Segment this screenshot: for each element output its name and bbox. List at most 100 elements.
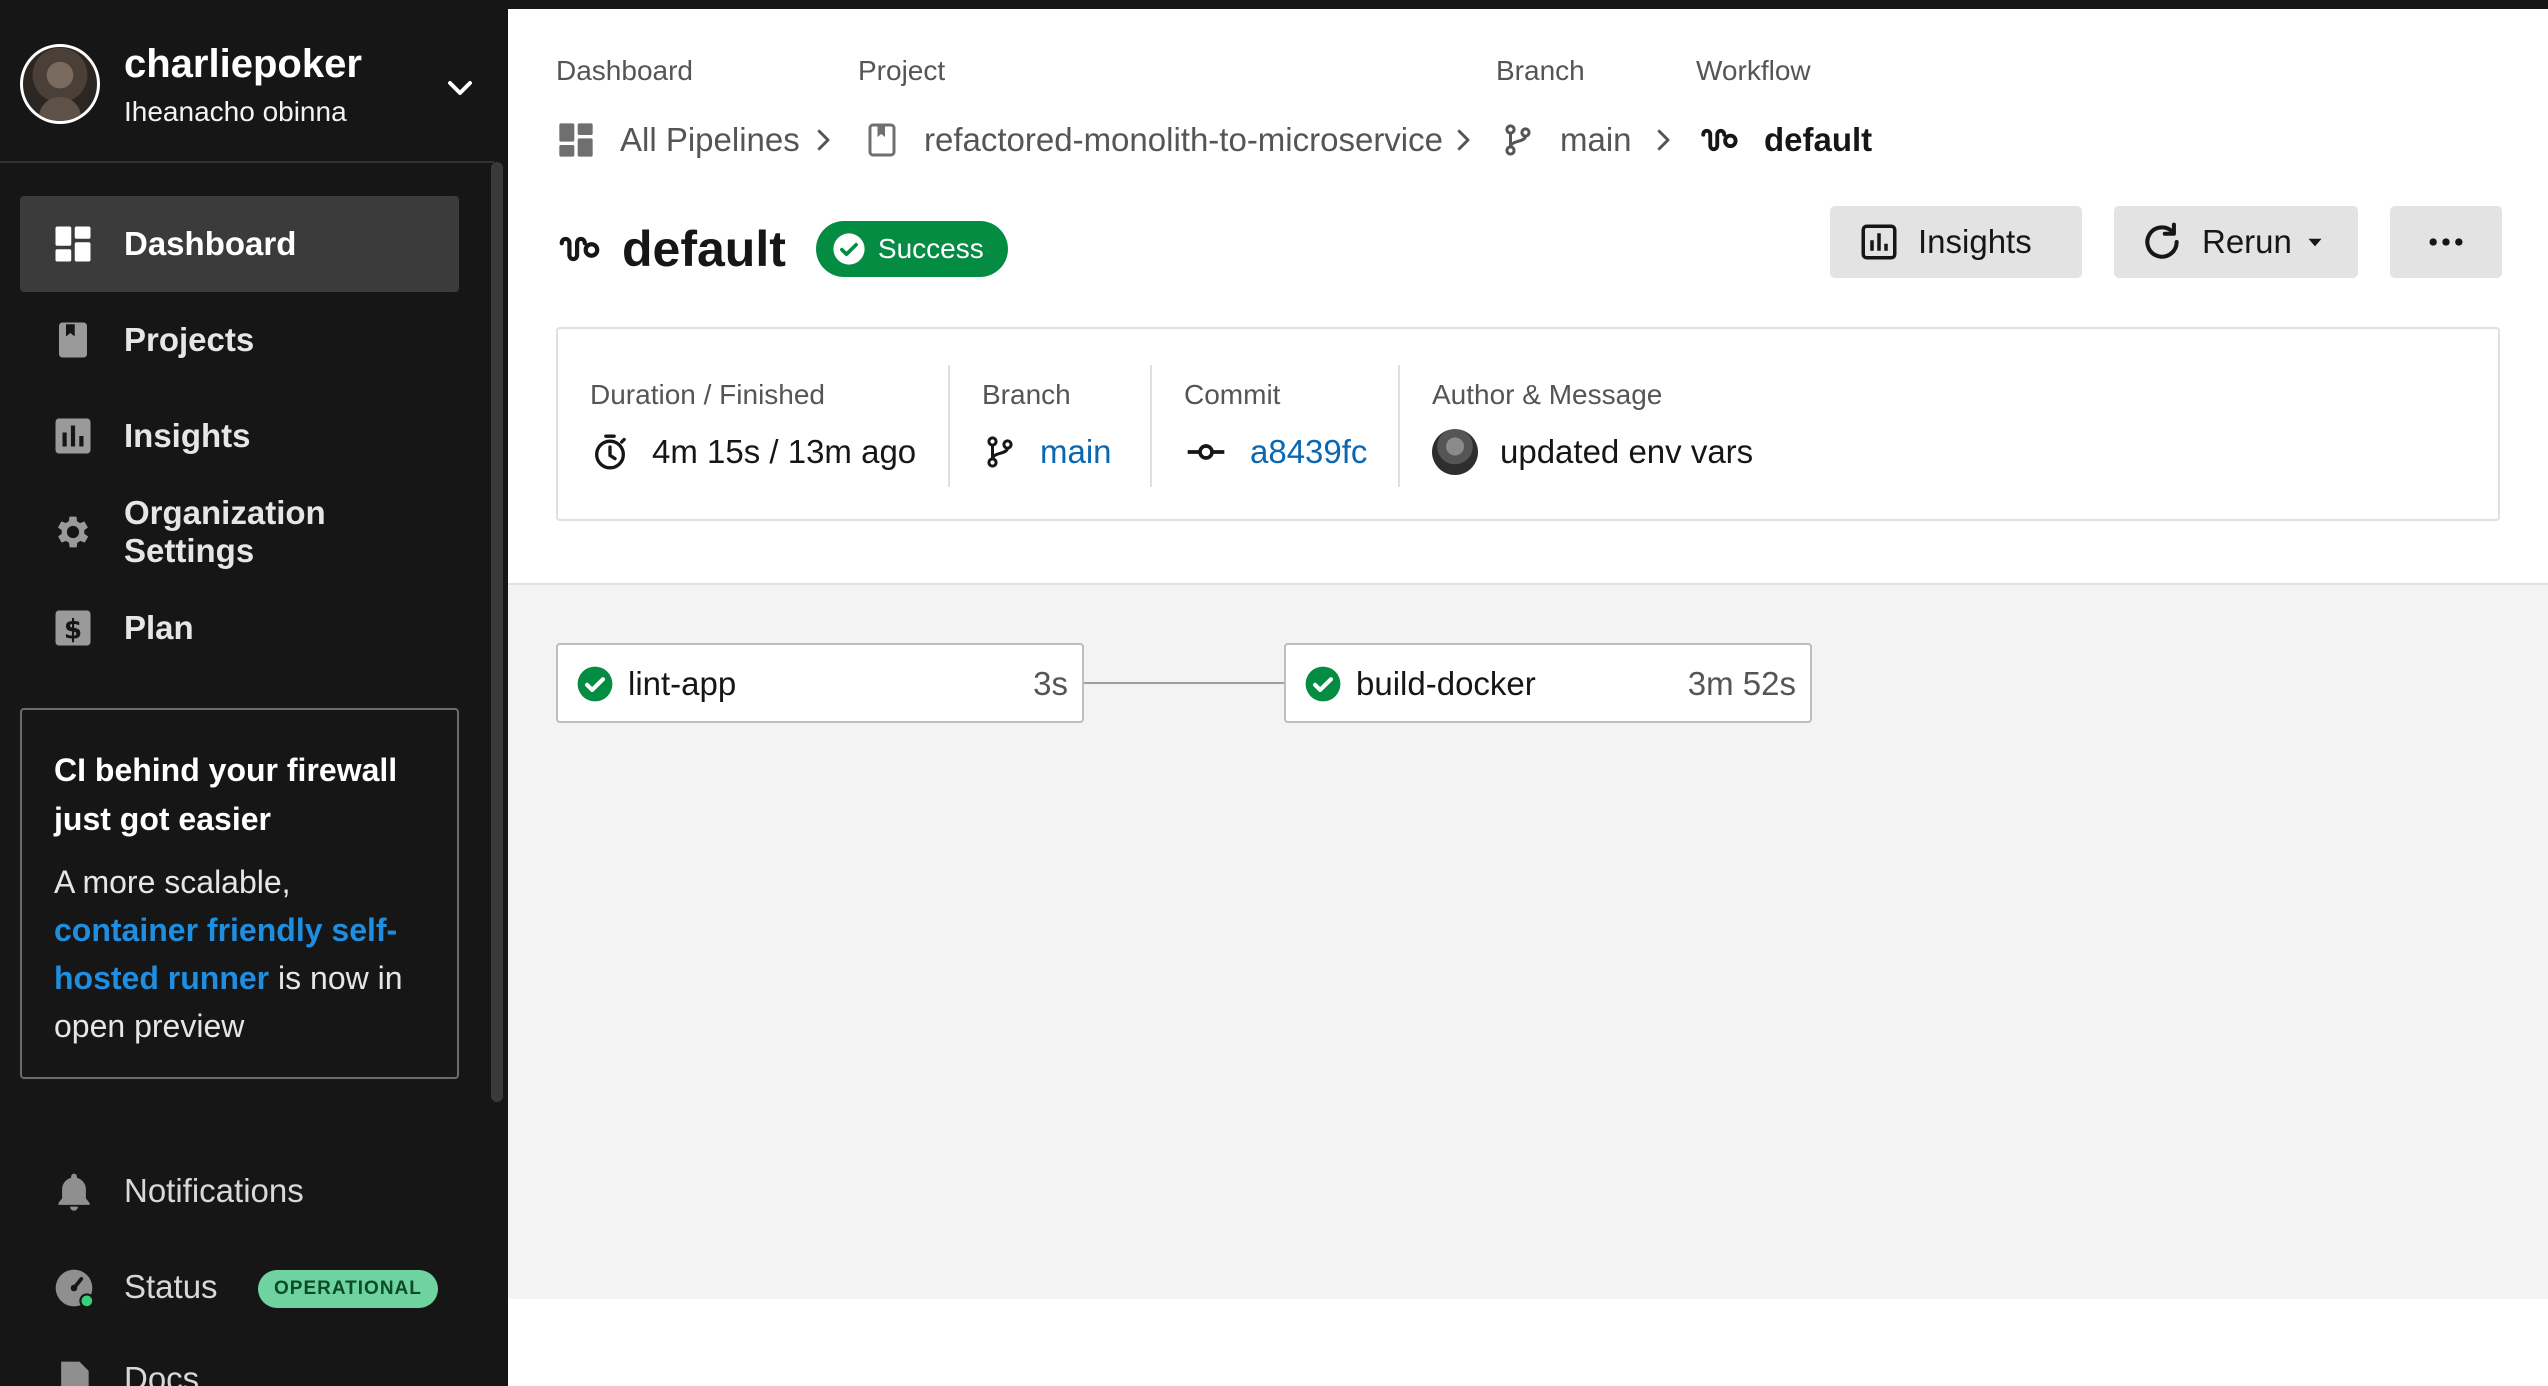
breadcrumb-workflow[interactable]: default bbox=[1698, 115, 1872, 165]
meta-commit-message: updated env vars bbox=[1500, 433, 1754, 470]
sidebar-item-projects[interactable]: Projects bbox=[20, 292, 459, 388]
document-icon bbox=[61, 1361, 89, 1386]
bell-icon bbox=[58, 1173, 90, 1211]
meta-commit-value-row: a8439fc bbox=[1184, 427, 1367, 477]
more-horizontal-icon bbox=[2429, 238, 2463, 246]
sidebar-item-label: Notifications bbox=[124, 1172, 304, 1209]
dashboard-icon bbox=[559, 123, 593, 157]
more-options-button[interactable] bbox=[2390, 206, 2502, 278]
sidebar: charliepoker Iheanacho obinna Dashboard … bbox=[0, 0, 508, 1386]
sidebar-item-label: Organization Settings bbox=[124, 494, 326, 569]
promo-body: A more scalable, container friendly self… bbox=[54, 858, 425, 1050]
workflow-header: default Success bbox=[556, 209, 1008, 289]
breadcrumb-label-workflow: Workflow bbox=[1696, 55, 1811, 86]
chevron-right-icon bbox=[1657, 129, 1670, 151]
stopwatch-icon bbox=[595, 434, 626, 470]
meta-author-label: Author & Message bbox=[1432, 379, 1663, 410]
sidebar-item-label: Status bbox=[124, 1268, 218, 1305]
insights-button-label: Insights bbox=[1918, 223, 2032, 260]
insights-icon bbox=[55, 418, 91, 454]
promo-title: CI behind your firewall just got easier bbox=[54, 752, 398, 837]
dashboard-icon bbox=[55, 226, 91, 262]
caret-down-icon bbox=[2308, 238, 2322, 247]
account-switcher[interactable]: charliepoker Iheanacho obinna bbox=[0, 0, 494, 163]
sidebar-item-dashboard[interactable]: Dashboard bbox=[20, 196, 459, 292]
insights-icon bbox=[1861, 224, 1897, 260]
rerun-button[interactable]: Rerun bbox=[2114, 206, 2358, 278]
breadcrumb-text: main bbox=[1560, 121, 1632, 158]
job-card-lint-app[interactable]: lint-app 3s bbox=[556, 643, 1084, 723]
job-duration: 3m 52s bbox=[1687, 665, 1796, 702]
chevron-right-icon bbox=[817, 129, 830, 151]
check-circle-icon bbox=[833, 233, 865, 265]
workflow-icon bbox=[559, 236, 600, 262]
meta-branch-link[interactable]: main bbox=[1040, 433, 1112, 471]
breadcrumb-label-branch: Branch bbox=[1496, 55, 1585, 86]
account-username: charliepoker bbox=[124, 42, 362, 86]
breadcrumb-project[interactable]: refactored-monolith-to-microservice bbox=[864, 115, 1443, 165]
check-circle-icon bbox=[577, 666, 613, 702]
chevron-down-icon[interactable] bbox=[440, 68, 480, 108]
commit-icon bbox=[1187, 444, 1225, 460]
meta-duration-label: Duration / Finished bbox=[590, 379, 826, 410]
meta-duration-value: 4m 15s / 13m ago bbox=[652, 433, 917, 470]
workflow-graph: lint-app 3s build-docker 3m 52s bbox=[508, 583, 2548, 1299]
branch-icon bbox=[1505, 124, 1531, 156]
sidebar-item-status[interactable]: Status OPERATIONAL bbox=[20, 1248, 459, 1328]
sidebar-item-label: Plan bbox=[124, 609, 194, 646]
sidebar-item-notifications[interactable]: Notifications bbox=[20, 1152, 459, 1232]
promo-card: CI behind your firewall just got easier … bbox=[20, 708, 459, 1079]
sidebar-scrollbar[interactable] bbox=[491, 162, 503, 1102]
branch-icon bbox=[987, 436, 1013, 468]
project-icon bbox=[59, 322, 87, 358]
status-text: Success bbox=[877, 233, 984, 264]
job-connector bbox=[1084, 682, 1286, 684]
breadcrumb-text: default bbox=[1764, 121, 1873, 158]
sidebar-item-insights[interactable]: Insights bbox=[20, 388, 459, 484]
meta-duration-value-row: 4m 15s / 13m ago bbox=[590, 427, 916, 477]
job-name: lint-app bbox=[628, 665, 737, 702]
sidebar-item-organization-settings[interactable]: Organization Settings bbox=[20, 484, 459, 580]
sidebar-item-label: Insights bbox=[124, 417, 251, 454]
gear-icon bbox=[57, 516, 89, 548]
meta-commit-label: Commit bbox=[1184, 379, 1281, 410]
meta-commit-link[interactable]: a8439fc bbox=[1250, 433, 1367, 471]
avatar bbox=[20, 44, 100, 124]
top-border bbox=[0, 0, 2548, 9]
divider bbox=[1398, 365, 1400, 487]
speedometer-icon bbox=[55, 1269, 95, 1309]
breadcrumb-text: All Pipelines bbox=[620, 121, 800, 158]
insights-button[interactable]: Insights bbox=[1830, 206, 2082, 278]
breadcrumb-branch[interactable]: main bbox=[1500, 115, 1632, 165]
main-content: Dashboard Project Branch Workflow All Pi… bbox=[508, 9, 2548, 1386]
meta-branch-value-row: main bbox=[982, 427, 1112, 477]
sidebar-item-plan[interactable]: $ Plan bbox=[20, 580, 459, 676]
meta-author-value-row: updated env vars bbox=[1432, 427, 1753, 477]
author-avatar bbox=[1432, 429, 1478, 475]
refresh-icon bbox=[2145, 222, 2179, 259]
rerun-button-label: Rerun bbox=[2202, 223, 2292, 260]
status-badge: Success bbox=[815, 221, 1008, 277]
sidebar-item-label: Dashboard bbox=[124, 225, 297, 262]
check-circle-icon bbox=[1305, 666, 1341, 702]
sidebar-item-docs[interactable]: Docs bbox=[20, 1340, 459, 1386]
promo-body-prefix: A more scalable, bbox=[54, 864, 291, 900]
job-card-build-docker[interactable]: build-docker 3m 52s bbox=[1284, 643, 1812, 723]
divider bbox=[948, 365, 950, 487]
account-org-name: Iheanacho obinna bbox=[124, 96, 347, 127]
svg-text:$: $ bbox=[64, 616, 82, 646]
page-title: default bbox=[622, 221, 786, 277]
divider bbox=[1150, 365, 1152, 487]
sidebar-item-label: Docs bbox=[124, 1360, 200, 1386]
breadcrumb-all-pipelines[interactable]: All Pipelines bbox=[556, 115, 800, 165]
job-name: build-docker bbox=[1356, 665, 1536, 702]
chevron-right-icon bbox=[1457, 129, 1470, 151]
breadcrumb-text: refactored-monolith-to-microservice bbox=[924, 121, 1443, 158]
sidebar-item-label: Projects bbox=[124, 321, 255, 358]
pipeline-metadata: Duration / Finished 4m 15s / 13m ago Bra… bbox=[556, 327, 2500, 521]
breadcrumb-label-project: Project bbox=[858, 55, 946, 86]
job-duration: 3s bbox=[1033, 665, 1068, 702]
breadcrumb-label-dashboard: Dashboard bbox=[556, 55, 693, 86]
project-icon bbox=[868, 123, 896, 157]
meta-branch-label: Branch bbox=[982, 379, 1071, 410]
